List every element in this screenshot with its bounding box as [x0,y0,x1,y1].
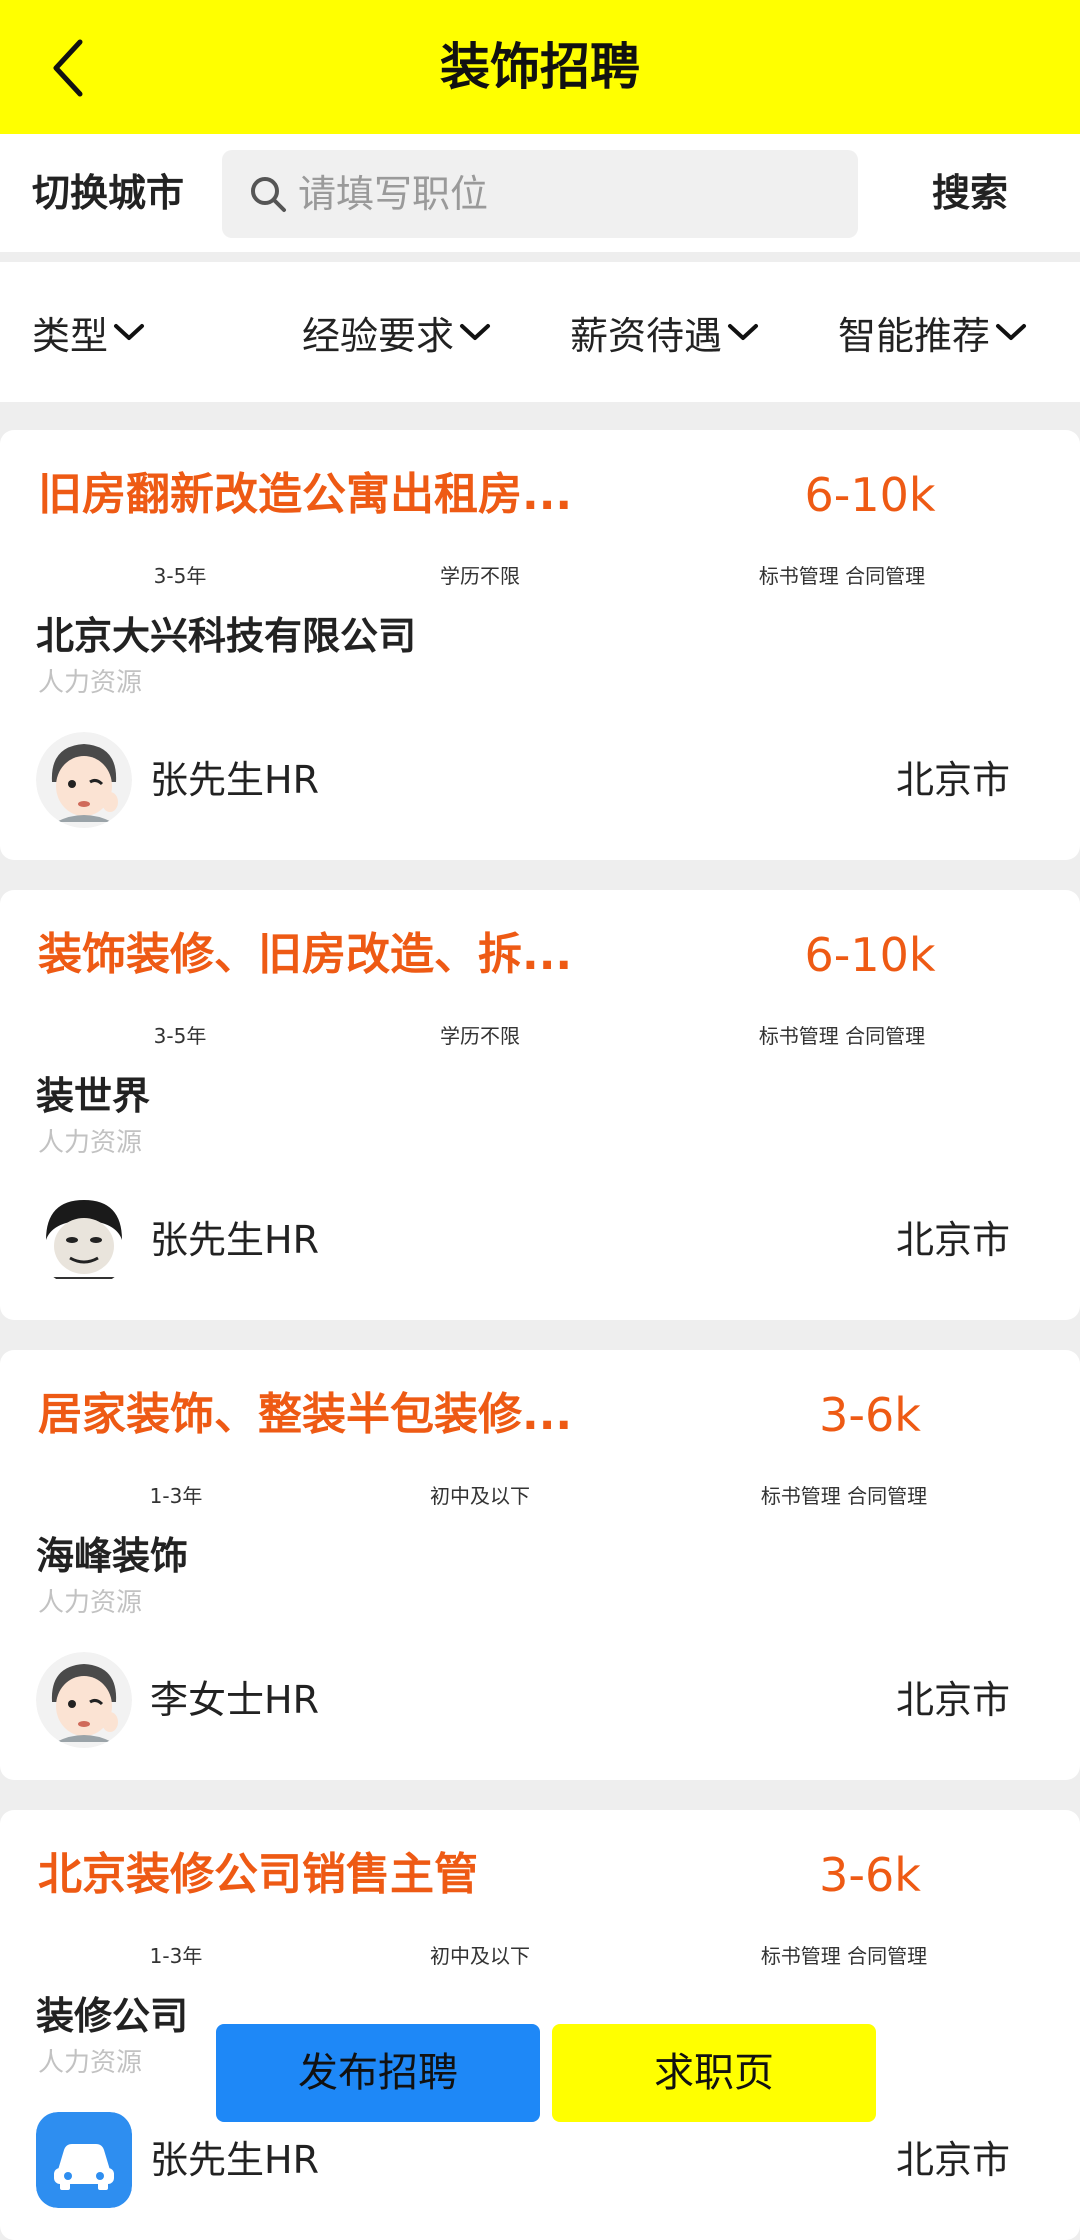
company-name: 装世界 [36,1074,151,1118]
search-button[interactable]: 搜索 [900,134,1040,252]
filter-label: 经验要求 [302,313,455,358]
page-title: 装饰招聘 [440,38,640,96]
experience-tag: 3-5年 [153,1024,207,1048]
job-title: 旧房翻新改造公寓出租房... [38,469,573,520]
job-card[interactable]: 北京装修公司销售主管 3-6k 1-3年 初中及以下 标书管理 合同管理 装修公… [0,1810,1080,2240]
filter-type[interactable]: 类型 [32,262,146,402]
experience-tag: 1-3年 [149,1944,203,1968]
skills-tag: 标书管理 合同管理 [760,1944,928,1968]
company-department: 人力资源 [38,1128,143,1158]
skills-tag: 标书管理 合同管理 [758,1024,926,1048]
skills-tag: 标书管理 合同管理 [760,1484,928,1508]
job-card[interactable]: 旧房翻新改造公寓出租房... 6-10k 3-5年 学历不限 标书管理 合同管理… [0,430,1080,860]
filter-salary[interactable]: 薪资待遇 [570,262,760,402]
skills-tag: 标书管理 合同管理 [758,564,926,588]
company-name: 北京大兴科技有限公司 [36,614,417,658]
filter-bar: 类型 经验要求 薪资待遇 智能推荐 [0,262,1080,402]
education-tag: 初中及以下 [430,1944,530,1968]
hr-avatar [36,1192,132,1288]
chevron-down-icon [460,324,491,340]
job-city: 北京市 [895,1218,1010,1262]
job-salary: 6-10k [804,928,936,982]
hr-name: 张先生HR [150,2138,319,2182]
hr-avatar [36,2112,132,2208]
filter-label: 类型 [32,313,109,358]
chevron-down-icon [728,324,759,340]
post-job-button[interactable]: 发布招聘 [216,2024,540,2122]
job-salary: 6-10k [804,468,936,522]
education-tag: 学历不限 [440,1024,520,1048]
job-city: 北京市 [895,758,1010,802]
job-salary: 3-6k [819,1848,921,1902]
job-title: 装饰装修、旧房改造、拆... [38,929,573,980]
filter-experience[interactable]: 经验要求 [302,262,492,402]
company-name: 海峰装饰 [36,1534,189,1578]
search-box[interactable] [222,150,858,238]
filter-label: 智能推荐 [838,313,991,358]
chevron-down-icon [996,324,1027,340]
search-icon [251,177,286,212]
hr-name: 李女士HR [150,1678,319,1722]
header-bar: 装饰招聘 [0,0,1080,134]
company-department: 人力资源 [38,1588,143,1618]
experience-tag: 3-5年 [153,564,207,588]
search-input[interactable] [298,150,838,238]
filter-recommend[interactable]: 智能推荐 [838,262,1028,402]
hr-name: 张先生HR [150,1218,319,1262]
job-city: 北京市 [895,2138,1010,2182]
education-tag: 初中及以下 [430,1484,530,1508]
job-title: 居家装饰、整装半包装修... [38,1389,573,1440]
education-tag: 学历不限 [440,564,520,588]
job-salary: 3-6k [819,1388,921,1442]
hr-avatar [36,1652,132,1748]
experience-tag: 1-3年 [149,1484,203,1508]
job-title: 北京装修公司销售主管 [38,1849,478,1900]
city-switch-button[interactable]: 切换城市 [32,134,184,252]
job-city: 北京市 [895,1678,1010,1722]
filter-label: 薪资待遇 [570,313,723,358]
company-department: 人力资源 [38,2048,143,2078]
chevron-down-icon [114,324,145,340]
hr-avatar [36,732,132,828]
search-bar: 切换城市 搜索 [0,134,1080,252]
company-department: 人力资源 [38,668,143,698]
company-name: 装修公司 [36,1994,189,2038]
job-card[interactable]: 装饰装修、旧房改造、拆... 6-10k 3-5年 学历不限 标书管理 合同管理… [0,890,1080,1320]
hr-name: 张先生HR [150,758,319,802]
job-card[interactable]: 居家装饰、整装半包装修... 3-6k 1-3年 初中及以下 标书管理 合同管理… [0,1350,1080,1780]
seek-job-button[interactable]: 求职页 [552,2024,876,2122]
